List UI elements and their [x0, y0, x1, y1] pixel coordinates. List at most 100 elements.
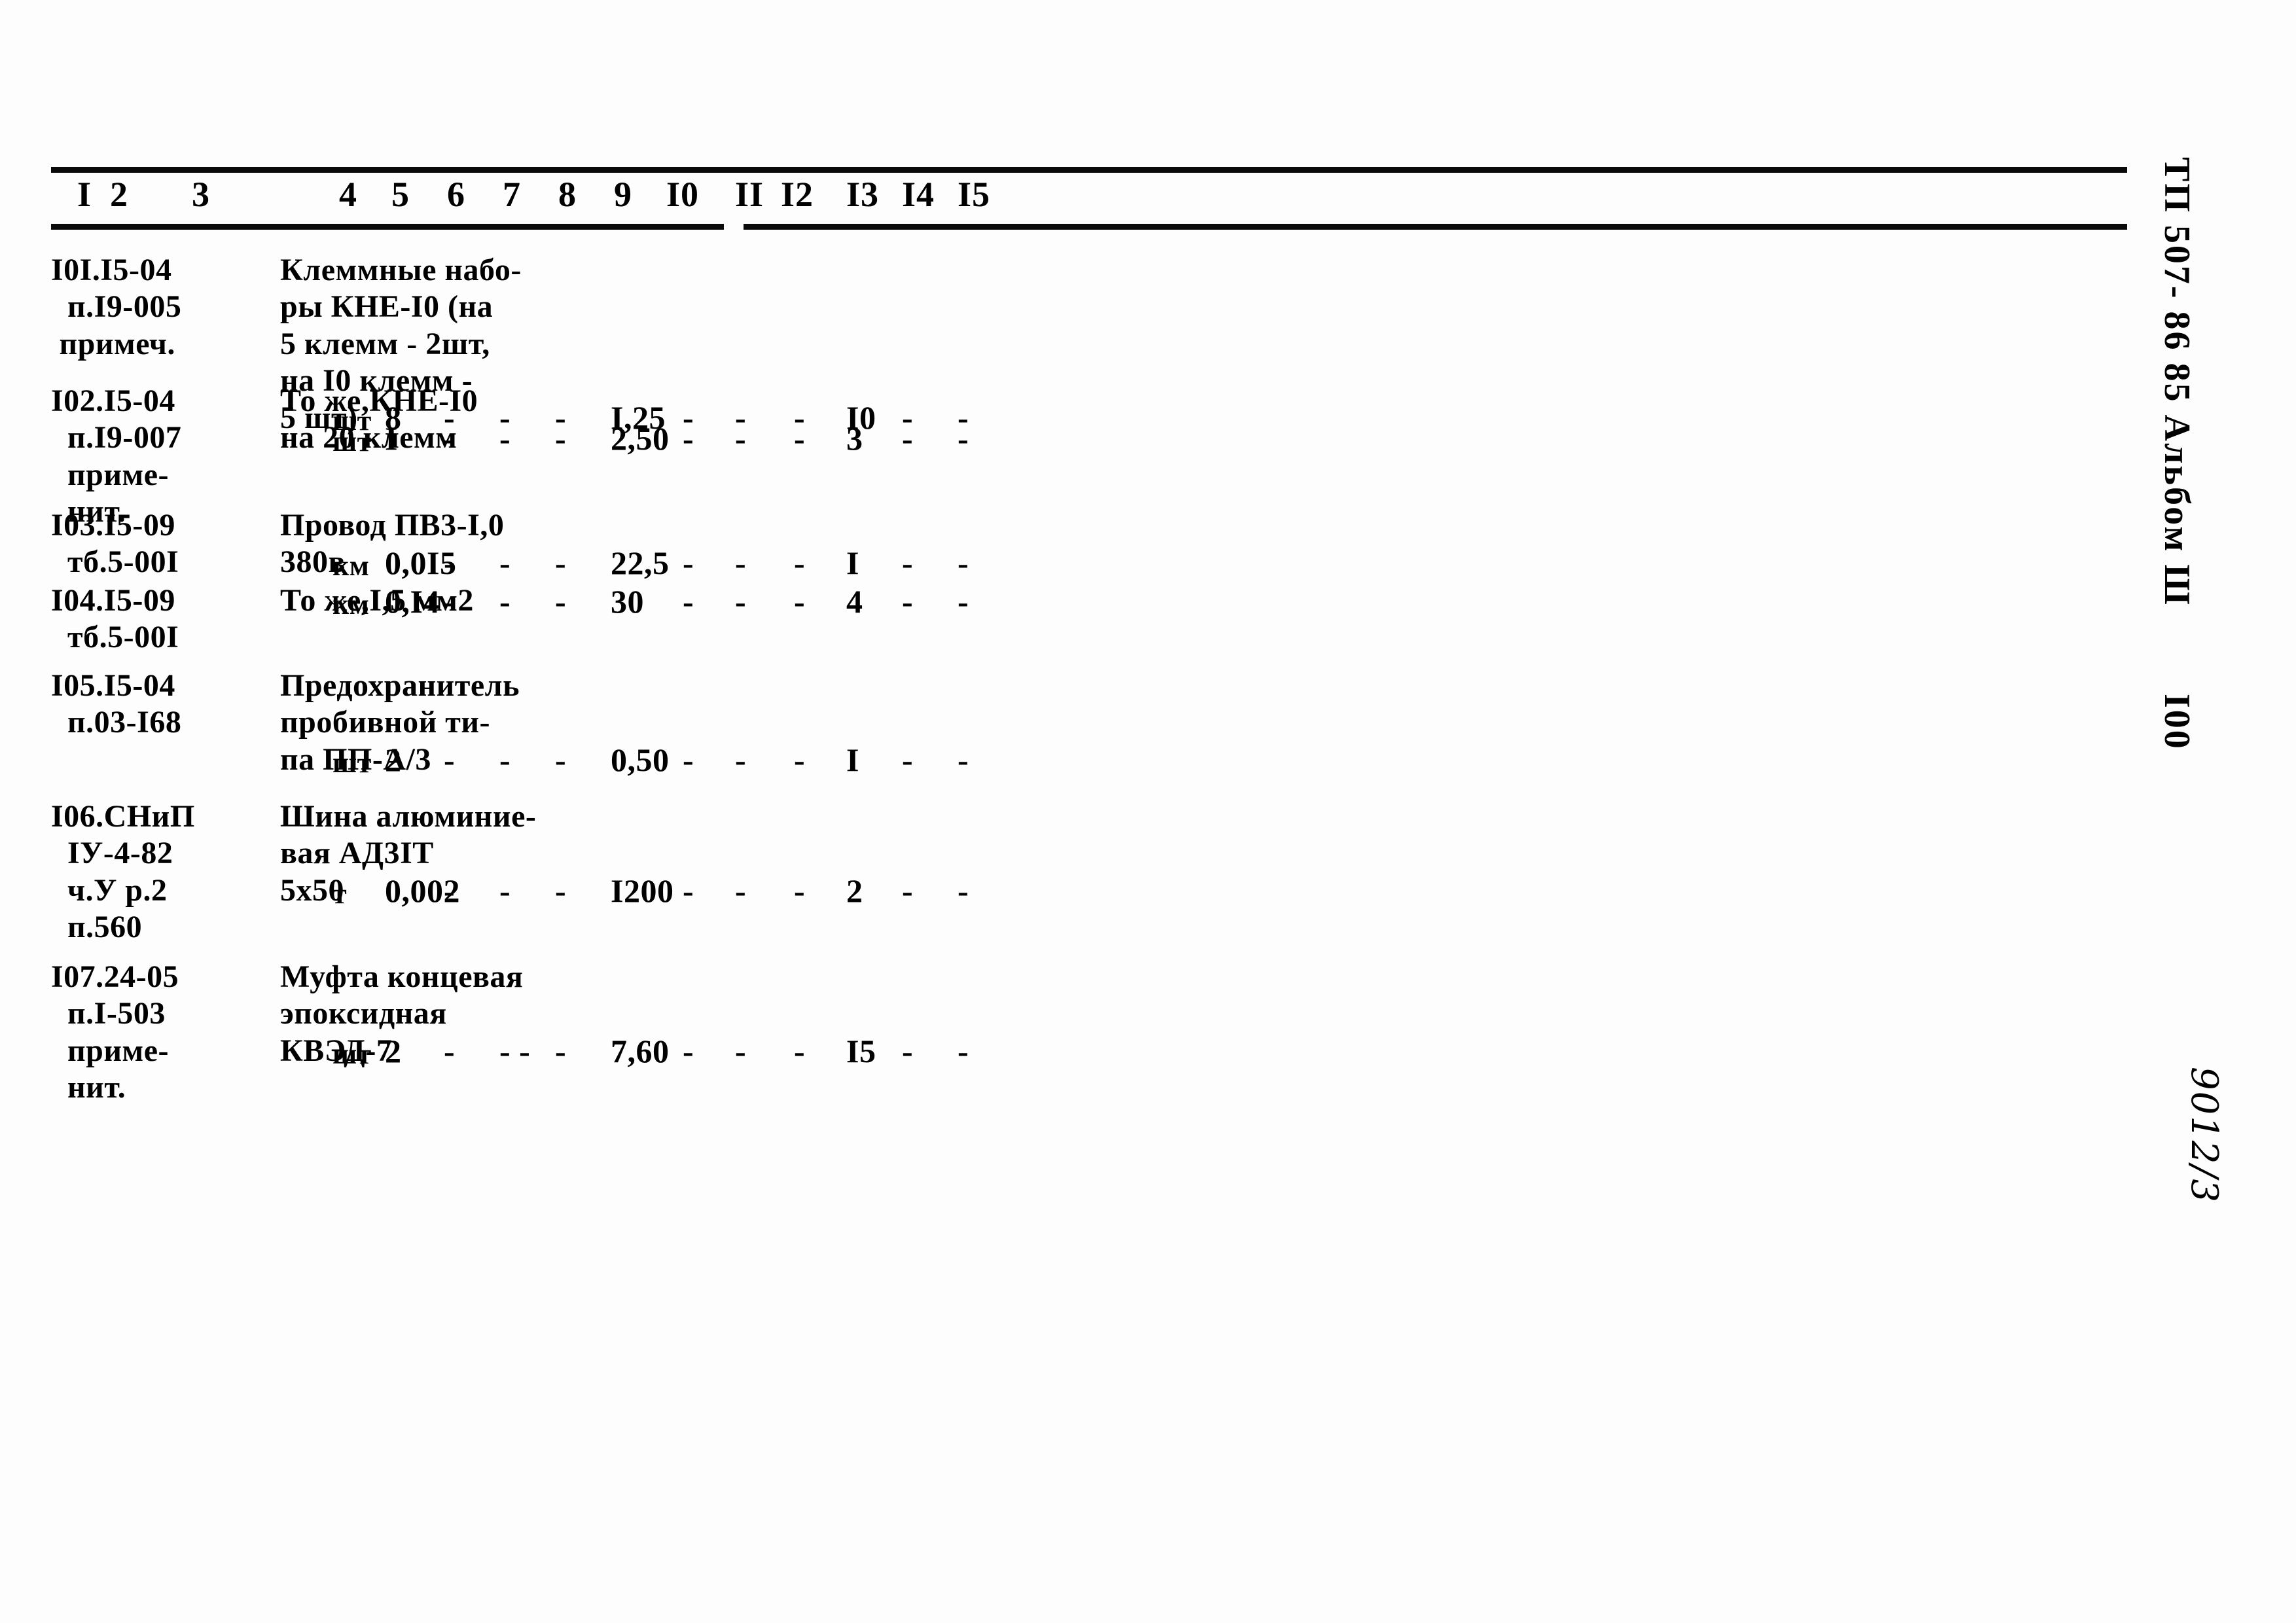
row-unit-cell: шт [332, 425, 372, 457]
row-value-cell-col11: - [735, 741, 747, 778]
table-row: I05.I5-04 п.03-I68 Предохранитель пробивн… [51, 668, 2127, 791]
column-header-4: 4 [339, 175, 357, 214]
row-code-cell: I07.24-05 п.I-503 приме- нит. [51, 959, 179, 1105]
row-value-cell-col5: 0,I4 [385, 583, 440, 620]
table-row: I06.СНиП IУ-4-82 ч.У р.2 п.560 Шина алюми… [51, 798, 2127, 958]
row-value-cell-col8: - [555, 544, 567, 581]
row-value-cell-col7: - - [499, 1033, 531, 1069]
row-value-cell-col6: - [444, 741, 456, 778]
row-value-cell-col7: - [499, 741, 511, 778]
row-code-cell: I03.I5-09 тб.5-00I [51, 508, 179, 580]
column-header-5: 5 [391, 175, 410, 214]
row-value-cell-col15: - [958, 544, 969, 581]
row-value-cell-col8: - [555, 1033, 567, 1069]
row-value-cell-col6: - [444, 1033, 456, 1069]
margin-handwritten-note: 9012/3 [2183, 1067, 2225, 1204]
column-header-13: I3 [846, 175, 880, 214]
table-row: I03.I5-09 тб.5-00I Провод ПВ3-I,0 380в км 0… [51, 507, 2127, 594]
column-header-10: I0 [666, 175, 700, 214]
row-value-cell-col9: 30 [611, 583, 644, 620]
row-code-cell: I04.I5-09 тб.5-00I [51, 583, 179, 655]
column-header-11: II [735, 175, 764, 214]
row-value-cell-col5: 2 [385, 741, 402, 778]
row-value-cell-col9: I200 [611, 872, 674, 909]
row-value-cell-col8: - [555, 420, 567, 457]
row-value-cell-col11: - [735, 420, 747, 457]
row-value-cell-col5: I [385, 420, 398, 457]
column-header-9: 9 [614, 175, 632, 214]
row-unit-cell: шт [332, 1038, 372, 1070]
row-value-cell-col9: 22,5 [611, 544, 670, 581]
row-unit-cell: шт [332, 747, 372, 779]
row-value-cell-col8: - [555, 741, 567, 778]
table-header-rule-right [744, 224, 2127, 230]
row-value-cell-col9: 0,50 [611, 741, 670, 778]
table-top-rule [51, 167, 2127, 173]
row-value-cell-col9: 7,60 [611, 1033, 670, 1069]
table-row: I04.I5-09 тб.5-00I То же,I,5 мм2 км 0,I4- - -… [51, 582, 2127, 669]
row-value-cell-col12: - [794, 544, 806, 581]
row-unit-cell: т [332, 878, 348, 910]
row-value-cell-col10: - [683, 1033, 694, 1069]
column-header-6: 6 [447, 175, 465, 214]
row-value-cell-col15: - [958, 583, 969, 620]
column-header-2: 2 [110, 175, 128, 214]
page-sheet: I 2 3 4 5 6 7 8 9 I0 II I2 I3 I4 I5 I0I.I5-04 п.I9-005… [0, 0, 2296, 1623]
row-value-cell-col12: - [794, 1033, 806, 1069]
row-value-cell-col14: - [902, 1033, 914, 1069]
row-unit-cell: км [332, 550, 370, 582]
row-value-cell-col11: - [735, 544, 747, 581]
row-value-cell-col13: I5 [846, 1033, 876, 1069]
row-value-cell-col14: - [902, 583, 914, 620]
row-value-cell-col7: - [499, 872, 511, 909]
row-value-cell-col6: - [444, 583, 456, 620]
row-value-cell-col15: - [958, 741, 969, 778]
row-value-cell-col10: - [683, 583, 694, 620]
row-value-cell-col13: 2 [846, 872, 863, 909]
margin-document-title: ТП 507- 86 85 Альбом Ш [2157, 157, 2197, 607]
row-value-cell-col14: - [902, 872, 914, 909]
row-value-cell-col10: - [683, 741, 694, 778]
row-value-cell-col7: - [499, 544, 511, 581]
row-value-cell-col13: I [846, 741, 859, 778]
row-value-cell-col8: - [555, 872, 567, 909]
row-code-cell: I0I.I5-04 п.I9-005 примеч. [51, 253, 182, 361]
row-value-cell-col12: - [794, 420, 806, 457]
table-row: I07.24-05 п.I-503 приме- нит. Муфта конце… [51, 959, 2127, 1118]
column-header-14: I4 [902, 175, 935, 214]
row-value-cell-col8: - [555, 583, 567, 620]
row-value-cell-col7: - [499, 420, 511, 457]
row-value-cell-col15: - [958, 872, 969, 909]
table-header-rule-left [51, 224, 724, 230]
row-value-cell-col14: - [902, 544, 914, 581]
row-value-cell-col14: - [902, 741, 914, 778]
row-value-cell-col12: - [794, 583, 806, 620]
column-header-7: 7 [503, 175, 521, 214]
row-value-cell-col10: - [683, 420, 694, 457]
row-value-cell-col13: I [846, 544, 859, 581]
row-value-cell-col11: - [735, 1033, 747, 1069]
column-header-15: I5 [958, 175, 991, 214]
row-value-cell-col5: 2 [385, 1033, 402, 1069]
column-header-1: I [77, 175, 92, 214]
row-value-cell-col12: - [794, 741, 806, 778]
row-value-cell-col7: - [499, 583, 511, 620]
row-value-cell-col15: - [958, 1033, 969, 1069]
column-header-3: 3 [192, 175, 210, 214]
table-body: I0I.I5-04 п.I9-005 примеч. Клеммные набо-… [51, 252, 2127, 1105]
table-header-row: I 2 3 4 5 6 7 8 9 I0 II I2 I3 I4 I5 [51, 173, 2127, 224]
row-value-cell-col6: - [444, 872, 456, 909]
table-header-rule [51, 224, 2127, 230]
row-value-cell-col9: 2,50 [611, 420, 670, 457]
margin-page-number: I00 [2157, 694, 2197, 751]
row-code-cell: I06.СНиП IУ-4-82 ч.У р.2 п.560 [51, 799, 195, 945]
row-value-cell-col13: 4 [846, 583, 863, 620]
row-value-cell-col15: - [958, 420, 969, 457]
row-value-cell-col6: - [444, 544, 456, 581]
column-header-12: I2 [781, 175, 814, 214]
row-value-cell-col13: 3 [846, 420, 863, 457]
row-value-cell-col10: - [683, 544, 694, 581]
row-value-cell-col6: - [444, 420, 456, 457]
row-value-cell-col12: - [794, 872, 806, 909]
column-header-8: 8 [558, 175, 577, 214]
